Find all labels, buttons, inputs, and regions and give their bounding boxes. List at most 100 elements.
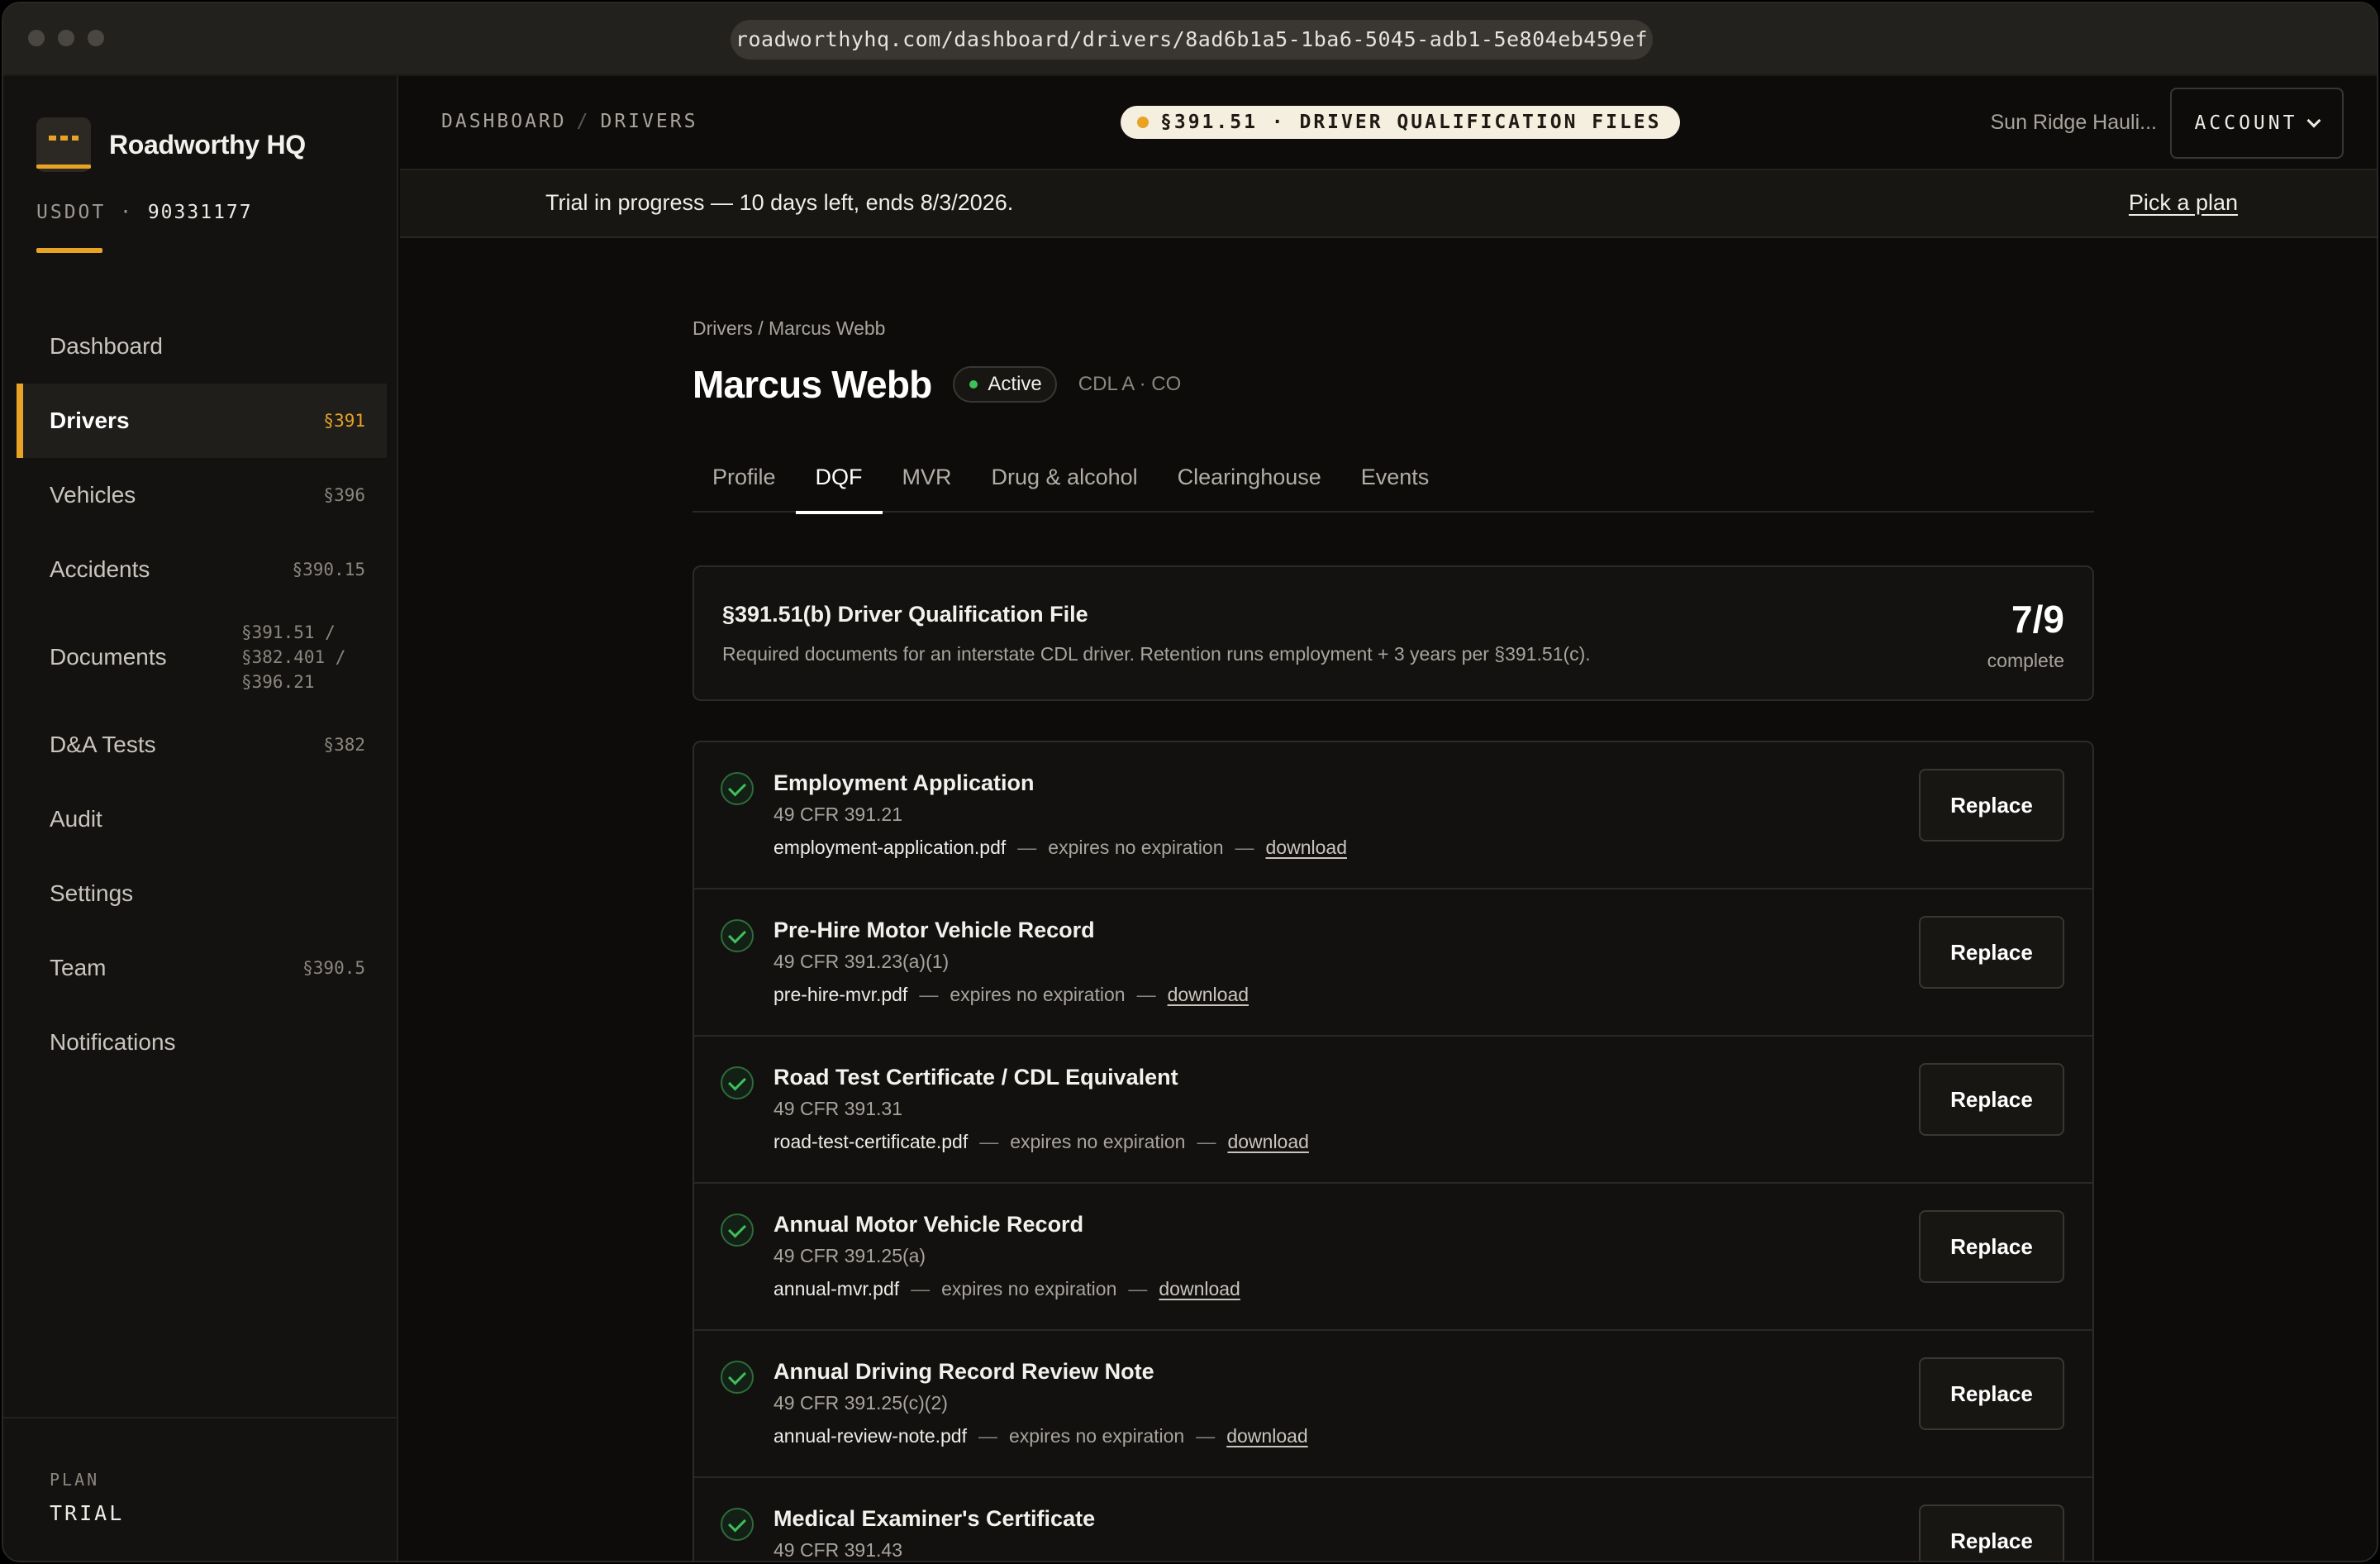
document-regulation: 49 CFR 391.21 bbox=[774, 803, 902, 825]
tab-events[interactable]: Events bbox=[1341, 448, 1449, 513]
page-title: Marcus Webb bbox=[693, 363, 932, 406]
brand-name: Roadworthy HQ bbox=[109, 129, 306, 160]
driver-tabs: Profile DQF MVR Drug & alcohol Clearingh… bbox=[693, 448, 2094, 514]
replace-button[interactable]: Replace bbox=[1919, 916, 2064, 989]
usdot-accent-rule bbox=[36, 248, 102, 253]
sidebar-item-vehicles[interactable]: Vehicles §396 bbox=[17, 458, 387, 532]
nav-code: §396 bbox=[323, 485, 365, 505]
breadcrumb-drivers[interactable]: DRIVERS bbox=[600, 111, 697, 132]
brand-logo-icon bbox=[36, 117, 91, 172]
list-item: Annual Motor Vehicle Record 49 CFR 391.2… bbox=[694, 1184, 2092, 1331]
plan-label: PLAN bbox=[50, 1470, 100, 1490]
top-bar: DASHBOARD / DRIVERS §391.51 · DRIVER QUALI… bbox=[400, 76, 2377, 170]
replace-button[interactable]: Replace bbox=[1919, 769, 2064, 842]
document-regulation: 49 CFR 391.23(a)(1) bbox=[774, 951, 950, 972]
breadcrumb: DASHBOARD / DRIVERS bbox=[441, 111, 698, 132]
tab-clearinghouse[interactable]: Clearinghouse bbox=[1158, 448, 1341, 513]
window-controls bbox=[28, 30, 104, 46]
list-item: Medical Examiner's Certificate 49 CFR 39… bbox=[694, 1478, 2092, 1561]
sidebar-item-settings[interactable]: Settings bbox=[17, 856, 387, 931]
completion-count: 7/9 bbox=[2011, 598, 2064, 641]
document-title: Pre-Hire Motor Vehicle Record bbox=[774, 918, 1095, 942]
document-meta: pre-hire-mvr.pdf — expires no expiration — d… bbox=[774, 984, 1250, 1005]
document-title: Annual Driving Record Review Note bbox=[774, 1359, 1154, 1384]
sidebar-item-audit[interactable]: Audit bbox=[17, 782, 387, 856]
address-bar[interactable]: roadworthyhq.com/dashboard/drivers/8ad6b… bbox=[731, 20, 1653, 60]
download-link[interactable]: download bbox=[1266, 837, 1347, 858]
download-link[interactable]: download bbox=[1226, 1425, 1307, 1447]
sidebar-nav: Dashboard Drivers §391 Vehicles §396 Accid… bbox=[17, 309, 387, 1080]
driver-breadcrumb[interactable]: Drivers / Marcus Webb bbox=[693, 317, 2094, 340]
download-link[interactable]: download bbox=[1168, 984, 1249, 1005]
driver-header: Marcus Webb Active CDL A · CO bbox=[693, 362, 1181, 407]
list-item: Pre-Hire Motor Vehicle Record 49 CFR 391… bbox=[694, 889, 2092, 1037]
document-title: Medical Examiner's Certificate bbox=[774, 1506, 1096, 1531]
replace-button[interactable]: Replace bbox=[1919, 1357, 2064, 1430]
nav-code: §390.5 bbox=[302, 958, 365, 978]
browser-chrome: roadworthyhq.com/dashboard/drivers/8ad6b… bbox=[3, 3, 2377, 76]
sidebar-item-da-tests[interactable]: D&A Tests §382 bbox=[17, 708, 387, 782]
pick-plan-link[interactable]: Pick a plan bbox=[2129, 190, 2238, 216]
document-meta: annual-mvr.pdf — expires no expiration — dow… bbox=[774, 1278, 1240, 1299]
summary-title: §391.51(b) Driver Qualification File bbox=[722, 602, 1088, 627]
browser-window: roadworthyhq.com/dashboard/drivers/8ad6b… bbox=[2, 2, 2378, 1562]
nav-code: §391.51 / §382.401 / §396.21 bbox=[241, 622, 346, 692]
replace-button[interactable]: Replace bbox=[1919, 1504, 2064, 1561]
tab-dqf[interactable]: DQF bbox=[795, 448, 883, 514]
sidebar-item-team[interactable]: Team §390.5 bbox=[17, 931, 387, 1005]
completion-label: complete bbox=[1987, 650, 2064, 671]
list-item: Employment Application 49 CFR 391.21 emp… bbox=[694, 742, 2092, 889]
document-regulation: 49 CFR 391.43 bbox=[774, 1539, 902, 1561]
organization-name: Sun Ridge Hauli... bbox=[1990, 111, 2157, 134]
document-meta: road-test-certificate.pdf — expires no exp… bbox=[774, 1131, 1309, 1152]
nav-code: §382 bbox=[323, 735, 365, 755]
download-link[interactable]: download bbox=[1227, 1131, 1308, 1152]
download-link[interactable]: download bbox=[1159, 1278, 1240, 1299]
status-badge: Active bbox=[953, 366, 1057, 403]
section-pill: §391.51 · DRIVER QUALIFICATION FILES bbox=[1121, 106, 1680, 139]
check-circle-icon bbox=[721, 1214, 754, 1247]
document-regulation: 49 CFR 391.25(a) bbox=[774, 1245, 926, 1266]
maximize-window-button[interactable] bbox=[88, 30, 104, 46]
nav-code: §391 bbox=[323, 411, 365, 431]
dqf-summary-card: §391.51(b) Driver Qualification File Req… bbox=[693, 565, 2094, 701]
document-regulation: 49 CFR 391.31 bbox=[774, 1098, 902, 1119]
sidebar: Roadworthy HQ USDOT · 90331177 Dashboard… bbox=[3, 76, 398, 1561]
check-circle-icon bbox=[721, 919, 754, 952]
license-info: CDL A · CO bbox=[1078, 373, 1182, 395]
check-circle-icon bbox=[721, 772, 754, 805]
sidebar-item-dashboard[interactable]: Dashboard bbox=[17, 309, 387, 384]
usdot-number: USDOT · 90331177 bbox=[36, 202, 253, 223]
divider bbox=[3, 1417, 397, 1419]
document-title: Employment Application bbox=[774, 770, 1035, 795]
sidebar-item-drivers[interactable]: Drivers §391 bbox=[17, 384, 387, 458]
close-window-button[interactable] bbox=[28, 30, 45, 46]
sidebar-item-accidents[interactable]: Accidents §390.15 bbox=[17, 532, 387, 607]
check-circle-icon bbox=[721, 1066, 754, 1099]
document-meta: employment-application.pdf — expires no ex… bbox=[774, 837, 1347, 858]
check-circle-icon bbox=[721, 1361, 754, 1394]
tab-profile[interactable]: Profile bbox=[693, 448, 796, 513]
trial-message: Trial in progress — 10 days left, ends 8… bbox=[545, 190, 1014, 215]
list-item: Annual Driving Record Review Note 49 CFR… bbox=[694, 1331, 2092, 1478]
summary-description: Required documents for an interstate CDL… bbox=[722, 643, 1591, 665]
sidebar-item-notifications[interactable]: Notifications bbox=[17, 1005, 387, 1080]
document-title: Road Test Certificate / CDL Equivalent bbox=[774, 1065, 1178, 1090]
sidebar-item-documents[interactable]: Documents §391.51 / §382.401 / §396.21 bbox=[17, 607, 387, 708]
tab-mvr[interactable]: MVR bbox=[883, 448, 972, 513]
document-meta: annual-review-note.pdf — expires no expira… bbox=[774, 1425, 1308, 1447]
minimize-window-button[interactable] bbox=[58, 30, 74, 46]
tab-drug-alcohol[interactable]: Drug & alcohol bbox=[972, 448, 1158, 513]
account-menu-button[interactable]: ACCOUNT bbox=[2170, 88, 2344, 159]
trial-banner: Trial in progress — 10 days left, ends 8… bbox=[400, 170, 2377, 238]
brand[interactable]: Roadworthy HQ bbox=[36, 117, 306, 172]
document-title: Annual Motor Vehicle Record bbox=[774, 1212, 1084, 1237]
chevron-down-icon bbox=[2306, 113, 2321, 128]
replace-button[interactable]: Replace bbox=[1919, 1063, 2064, 1136]
check-circle-icon bbox=[721, 1508, 754, 1541]
document-list: Employment Application 49 CFR 391.21 emp… bbox=[693, 741, 2094, 1561]
breadcrumb-dashboard[interactable]: DASHBOARD bbox=[441, 111, 567, 132]
replace-button[interactable]: Replace bbox=[1919, 1210, 2064, 1283]
driver-detail: Drivers / Marcus Webb Marcus Webb Active… bbox=[693, 317, 2094, 1561]
plan-value: TRIAL bbox=[50, 1501, 125, 1525]
